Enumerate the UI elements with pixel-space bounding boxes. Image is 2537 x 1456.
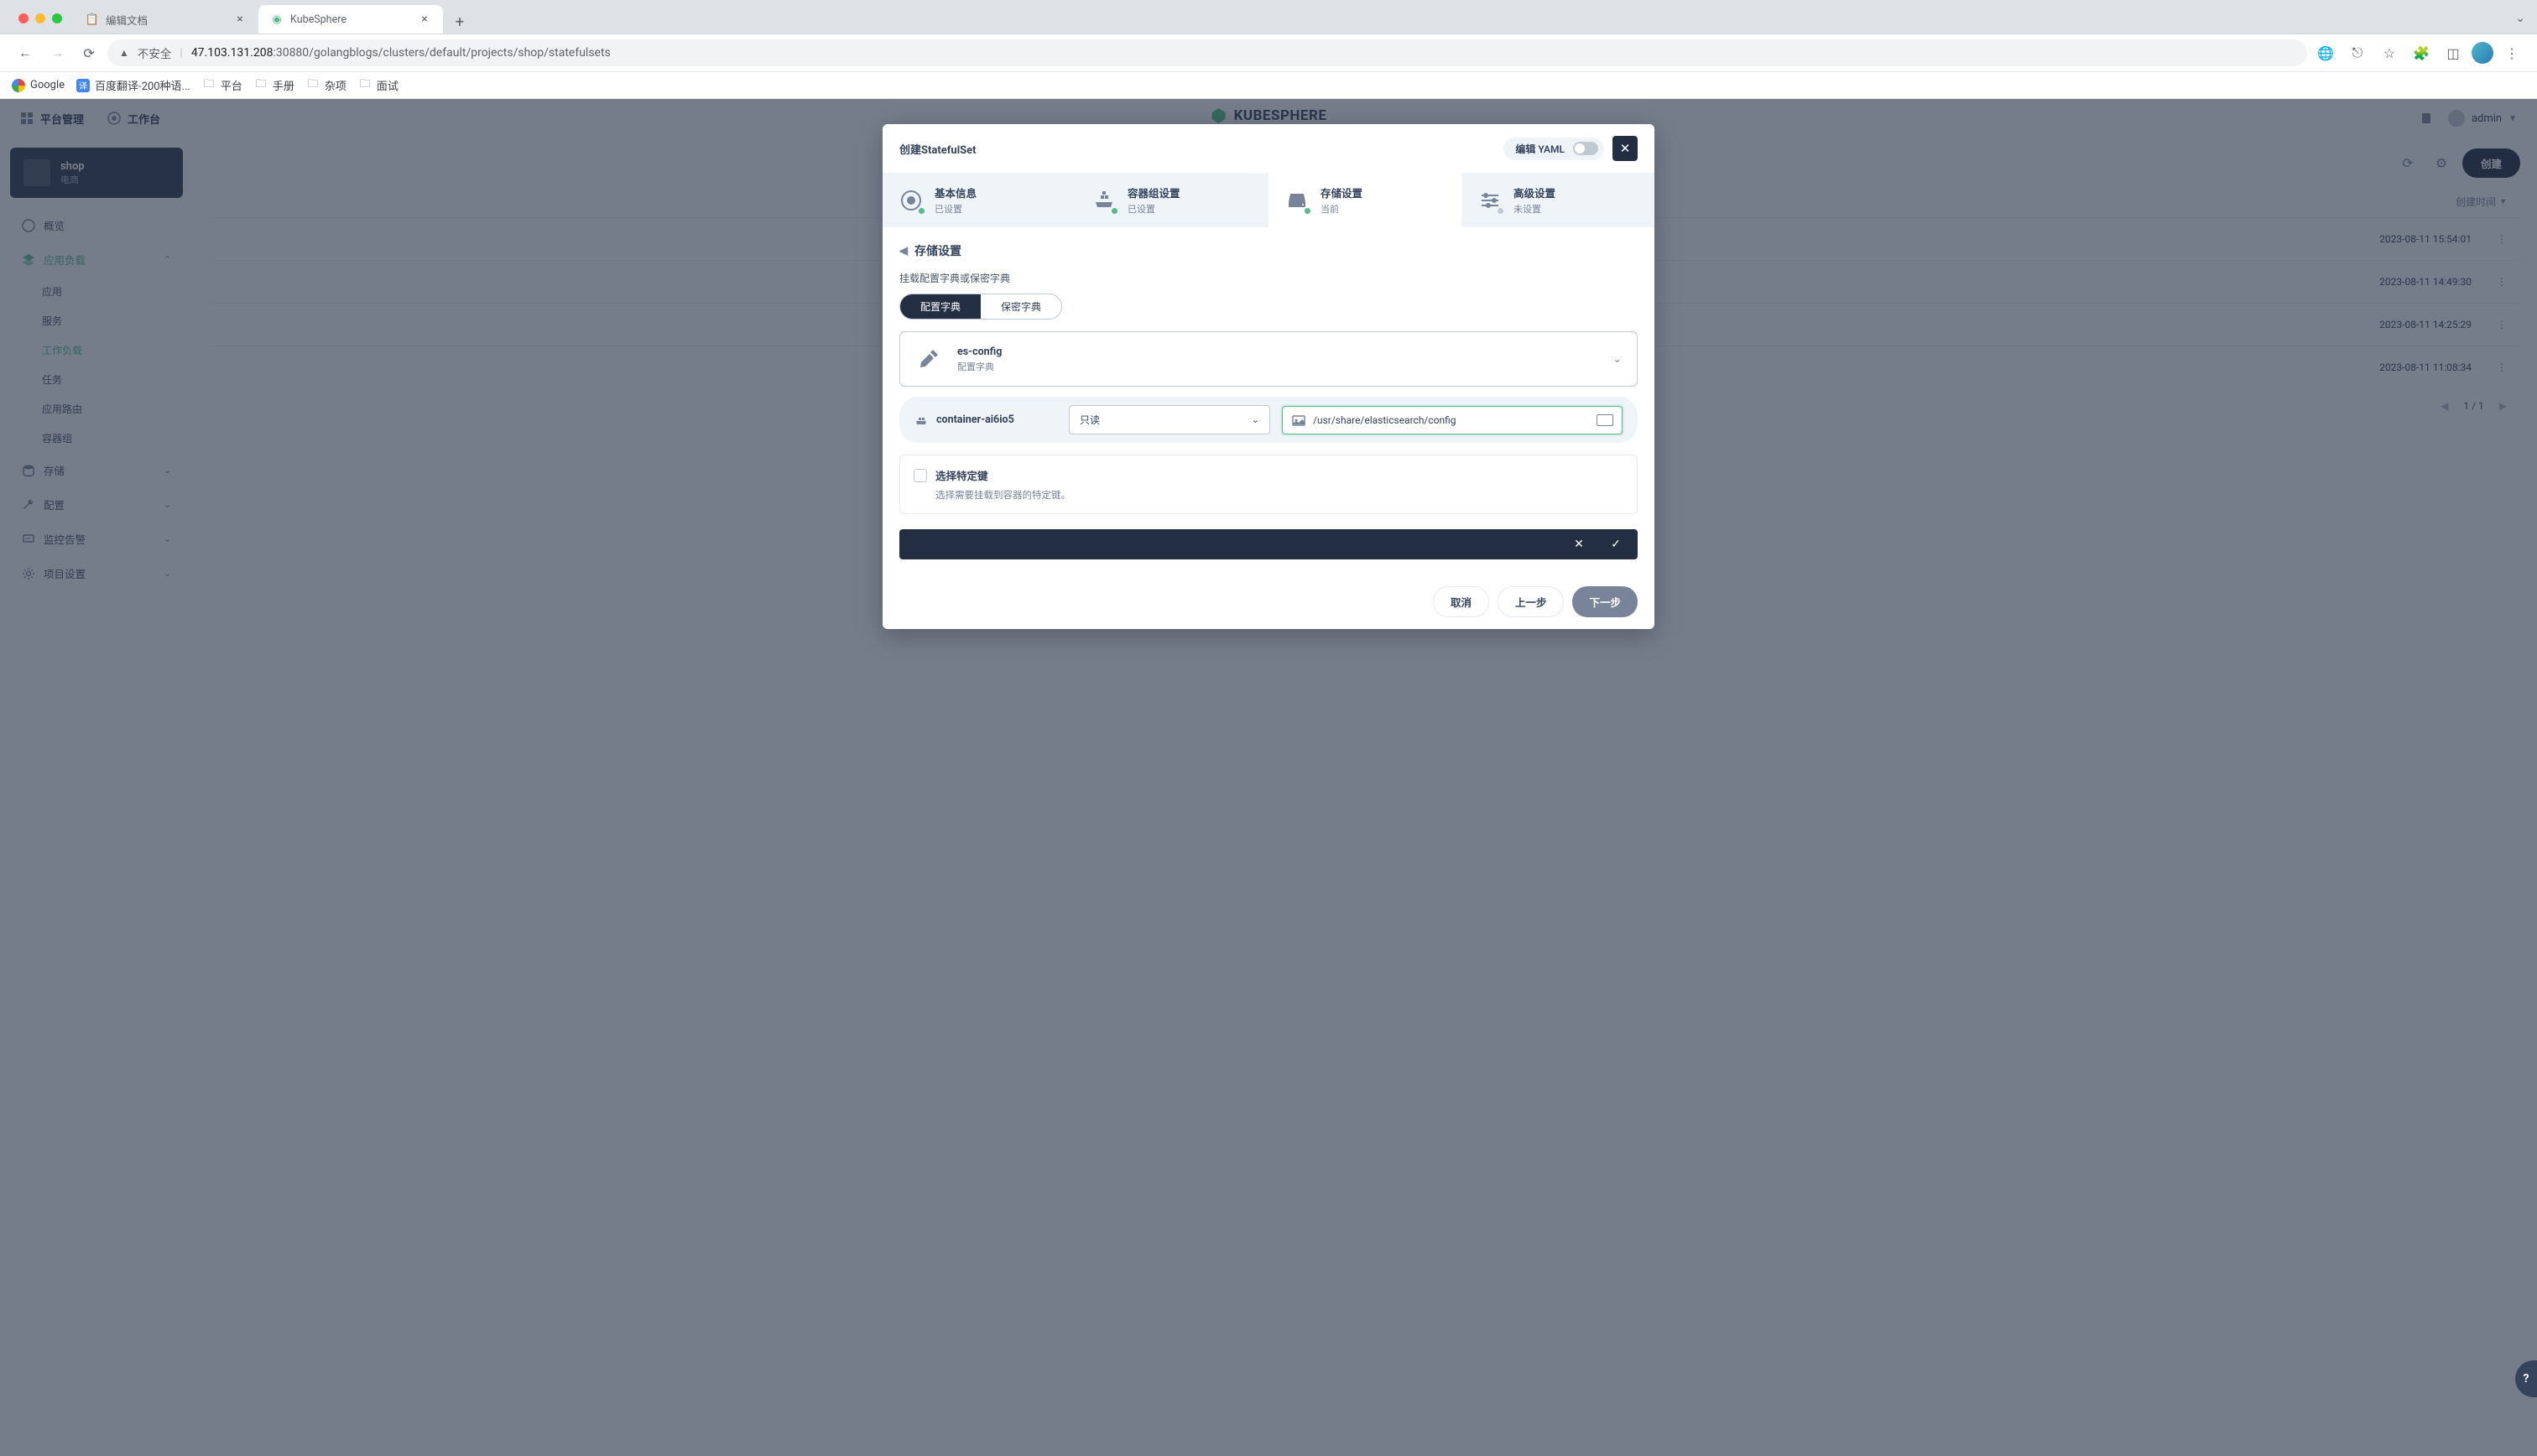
step-pod-settings[interactable]: 容器组设置 已设置 bbox=[1076, 173, 1268, 227]
back-arrow-icon[interactable]: ◀ bbox=[899, 245, 908, 257]
modal-title: 创建StatefulSet bbox=[899, 141, 977, 157]
folder-icon: 🗀 bbox=[254, 79, 268, 92]
share-icon[interactable]: ⎋ bbox=[2344, 39, 2371, 66]
kebab-menu-icon[interactable]: ⋮ bbox=[2498, 39, 2525, 66]
bookmark-folder-interview[interactable]: 🗀 面试 bbox=[358, 77, 399, 93]
new-tab-button[interactable]: + bbox=[448, 10, 471, 34]
hammer-icon bbox=[915, 344, 946, 374]
prev-button[interactable]: 上一步 bbox=[1498, 586, 1565, 617]
folder-icon: 🗀 bbox=[306, 79, 320, 92]
path-icon bbox=[1291, 413, 1306, 428]
google-icon bbox=[12, 79, 25, 92]
browser-tab-1[interactable]: 📋 编辑文档 × bbox=[74, 5, 258, 34]
tab-row: 📋 编辑文档 × ◉ KubeSphere × + ⌄ bbox=[0, 0, 2537, 34]
folder-icon: 🗀 bbox=[202, 79, 216, 92]
app-background: 平台管理 工作台 KUBESPHERE admin ▼ shop 电 bbox=[0, 99, 2537, 1456]
nav-back-button[interactable]: ← bbox=[12, 39, 39, 66]
bookmark-bar: Google 译 百度翻译-200种语... 🗀 平台 🗀 手册 🗀 杂项 🗀 … bbox=[0, 72, 2537, 99]
confirm-ok-button[interactable]: ✓ bbox=[1606, 538, 1626, 551]
nav-forward-button[interactable]: → bbox=[44, 39, 70, 66]
bookmark-google[interactable]: Google bbox=[12, 79, 65, 92]
pill-tabs: 配置字典 保密字典 bbox=[899, 294, 1062, 320]
key-select-title: 选择特定键 bbox=[935, 467, 988, 483]
create-statefulset-modal: 创建StatefulSet 编辑 YAML ✕ 基本信息 已设置 bbox=[883, 124, 1654, 629]
step-advanced-settings[interactable]: 高级设置 未设置 bbox=[1461, 173, 1654, 227]
disk-icon bbox=[1284, 187, 1310, 214]
key-select-card: 选择特定键 选择需要挂载到容器的特定键。 bbox=[899, 455, 1638, 514]
tab-favicon-ks-icon: ◉ bbox=[270, 13, 284, 26]
tab-close-icon[interactable]: × bbox=[418, 13, 431, 26]
bookmark-folder-misc[interactable]: 🗀 杂项 bbox=[306, 77, 346, 93]
chevron-down-icon: ⌄ bbox=[1612, 353, 1622, 366]
cancel-button[interactable]: 取消 bbox=[1433, 586, 1489, 617]
tab-favicon-doc-icon: 📋 bbox=[86, 13, 99, 26]
translate-icon[interactable]: 🌐 bbox=[2312, 39, 2339, 66]
modal-close-button[interactable]: ✕ bbox=[1612, 136, 1638, 161]
config-type: 配置字典 bbox=[957, 360, 1002, 373]
next-button[interactable]: 下一步 bbox=[1572, 586, 1638, 617]
docker-icon bbox=[914, 413, 930, 428]
modal-footer: 取消 上一步 下一步 bbox=[883, 575, 1654, 629]
modal-overlay: 创建StatefulSet 编辑 YAML ✕ 基本信息 已设置 bbox=[0, 99, 2537, 1456]
insecure-icon: ▲ bbox=[119, 47, 129, 59]
profile-avatar[interactable] bbox=[2472, 42, 2493, 64]
sidepanel-icon[interactable]: ◫ bbox=[2440, 39, 2467, 66]
mount-path-field[interactable] bbox=[1282, 406, 1623, 434]
bookmark-baidu[interactable]: 译 百度翻译-200种语... bbox=[76, 77, 190, 93]
mount-path-input[interactable] bbox=[1313, 414, 1590, 426]
config-name: es-config bbox=[957, 346, 1002, 358]
mount-mode-select[interactable]: 只读 ⌄ bbox=[1069, 405, 1270, 434]
address-row: ← → ⟳ ▲ 不安全 | 47.103.131.208:30880/golan… bbox=[0, 34, 2537, 72]
window-minimize[interactable] bbox=[35, 13, 45, 23]
nav-reload-button[interactable]: ⟳ bbox=[76, 39, 102, 66]
window-maximize[interactable] bbox=[52, 13, 62, 23]
tab-title: KubeSphere bbox=[290, 13, 411, 26]
pill-secret[interactable]: 保密字典 bbox=[981, 294, 1061, 319]
security-label: 不安全 bbox=[138, 44, 172, 61]
window-controls bbox=[7, 3, 74, 34]
folder-icon: 🗀 bbox=[358, 79, 372, 92]
confirm-bar: ✕ ✓ bbox=[899, 529, 1638, 559]
browser-chrome: 📋 编辑文档 × ◉ KubeSphere × + ⌄ bbox=[0, 0, 2537, 34]
wizard-steps: 基本信息 已设置 容器组设置 已设置 bbox=[883, 173, 1654, 227]
key-select-sub: 选择需要挂载到容器的特定键。 bbox=[935, 488, 1623, 502]
toggle-switch bbox=[1573, 142, 1598, 155]
configmap-selector[interactable]: es-config 配置字典 ⌄ bbox=[899, 331, 1638, 387]
step-basic-info[interactable]: 基本信息 已设置 bbox=[883, 173, 1076, 227]
address-bar[interactable]: ▲ 不安全 | 47.103.131.208:30880/golangblogs… bbox=[107, 39, 2307, 66]
yaml-toggle[interactable]: 编辑 YAML bbox=[1503, 138, 1604, 160]
container-icon bbox=[1091, 187, 1117, 214]
window-close[interactable] bbox=[18, 13, 29, 23]
section-label: 挂载配置字典或保密字典 bbox=[899, 271, 1638, 285]
sliders-icon bbox=[1477, 187, 1503, 214]
extensions-icon[interactable]: 🧩 bbox=[2408, 39, 2435, 66]
bookmark-folder-manual[interactable]: 🗀 手册 bbox=[254, 77, 294, 93]
tab-title: 编辑文档 bbox=[106, 12, 227, 28]
bookmark-star-icon[interactable]: ☆ bbox=[2376, 39, 2403, 66]
pill-configmap[interactable]: 配置字典 bbox=[900, 294, 981, 319]
baidu-icon: 译 bbox=[76, 79, 90, 92]
section-header: ◀ 存储设置 bbox=[899, 242, 1638, 259]
browser-tab-2[interactable]: ◉ KubeSphere × bbox=[258, 5, 443, 34]
bookmark-folder-platform[interactable]: 🗀 平台 bbox=[202, 77, 242, 93]
info-icon bbox=[898, 187, 925, 214]
url-text: 47.103.131.208:30880/golangblogs/cluster… bbox=[191, 46, 611, 60]
step-storage-settings[interactable]: 存储设置 当前 bbox=[1268, 173, 1461, 227]
confirm-cancel-button[interactable]: ✕ bbox=[1569, 538, 1589, 551]
keyboard-icon bbox=[1597, 414, 1613, 426]
tab-close-icon[interactable]: × bbox=[233, 13, 247, 26]
mount-row: container-ai6io5 只读 ⌄ bbox=[899, 397, 1638, 443]
container-label: container-ai6io5 bbox=[914, 413, 1057, 428]
chevron-down-icon: ⌄ bbox=[1252, 414, 1259, 425]
select-keys-checkbox[interactable] bbox=[914, 469, 927, 482]
tab-dropdown-icon[interactable]: ⌄ bbox=[2515, 12, 2525, 25]
